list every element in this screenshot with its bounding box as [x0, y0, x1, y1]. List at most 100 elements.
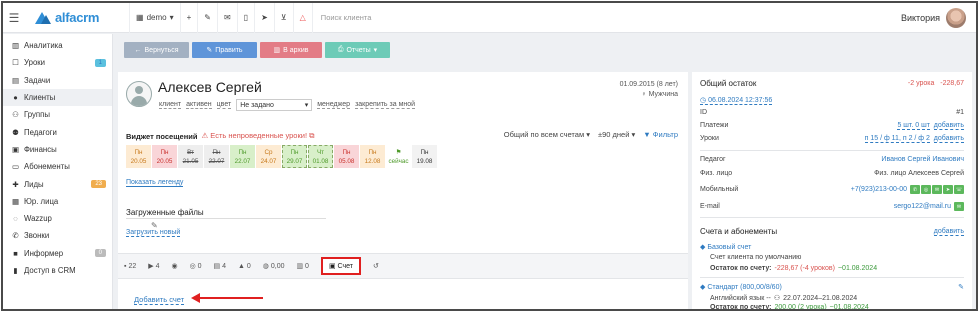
std-account-desc: Английский язык -- — [710, 294, 771, 302]
tab-payments[interactable]: ◍ 0,00 — [263, 262, 285, 270]
add-payment-link[interactable]: добавить — [933, 122, 964, 130]
telegram-icon[interactable]: ➤ — [254, 3, 274, 33]
mobile-value[interactable]: +7(923)213-00-00 — [851, 186, 907, 193]
tab-whatsapp[interactable]: ◉ — [171, 262, 177, 270]
account-icon: ▣ — [328, 263, 338, 270]
sidebar-item-wazzup[interactable]: ◌ Wazzup — [3, 210, 112, 227]
add-account-link[interactable]: Добавить счет — [134, 295, 185, 305]
attendance-day[interactable]: Пн 05.08 — [334, 145, 359, 168]
tab-sms[interactable]: ◎ 0 — [190, 262, 202, 270]
scope-select[interactable]: Общий по всем счетам ▾ — [504, 130, 590, 139]
manager-label[interactable]: менеджер — [317, 101, 351, 109]
branch-selector[interactable]: ▦ demo ▾ — [129, 3, 180, 33]
plus-icon[interactable]: + — [179, 3, 198, 33]
sidebar-item-subscriptions[interactable]: ▭ Абонементы — [3, 158, 112, 175]
filter-button[interactable]: ▼ Фильтр — [643, 130, 678, 139]
upload-link[interactable]: Загрузить новый — [126, 229, 181, 237]
payments-value[interactable]: 5 шт. 0 шт — [897, 122, 930, 130]
attendance-day[interactable]: ⚑ сейчас — [386, 145, 411, 168]
base-account-rest-row: Остаток по счету: -228,67 (-4 уроков) ~0… — [700, 265, 964, 272]
tools-icon[interactable]: ✎ — [197, 3, 217, 33]
sidebar-item-leads[interactable]: ✚ Лиды 23 — [3, 175, 112, 192]
pencil-icon[interactable]: ✎ — [958, 283, 964, 291]
sidebar-item-label: Юр. лица — [24, 196, 59, 206]
sidebar-item-analytics[interactable]: ▥ Аналитика — [3, 37, 112, 54]
tab-comments[interactable]: ▪ 22 — [124, 263, 136, 270]
tab-tasks[interactable]: ▶ 4 — [148, 262, 159, 270]
attendance-day[interactable]: Пн 22.07 — [230, 145, 255, 168]
attendance-day[interactable]: Пн 19.08 — [412, 145, 437, 168]
phone-actions: ✆ ◎ ✉ ➤ ☏ — [910, 185, 964, 194]
user-name: Виктория — [900, 12, 940, 23]
attendance-day[interactable]: Чт 01.08 — [308, 145, 333, 168]
sidebar-item-label: Аналитика — [24, 41, 63, 51]
std-account-link[interactable]: ◆ Стандарт (800,00/8/60) — [700, 283, 782, 291]
sidebar-item-lessons[interactable]: ☐ Уроки 1 — [3, 54, 112, 71]
tab-person[interactable]: ▲ 0 — [238, 263, 251, 270]
base-account-link[interactable]: ◆ Базовый счет — [700, 243, 751, 251]
attendance-day[interactable]: Пн 22.07 — [204, 145, 229, 168]
sidebar-item-legal[interactable]: ▦ Юр. лица — [3, 193, 112, 210]
telegram-icon[interactable]: ➤ — [943, 185, 953, 194]
add-lesson-link[interactable]: добавить — [933, 135, 964, 143]
client-status[interactable]: активен — [186, 101, 212, 109]
whatsapp-icon[interactable]: ◎ — [921, 185, 931, 194]
sidebar-item-access[interactable]: ▮ Доступ в CRM — [3, 262, 112, 279]
tab-account[interactable]: ▣ Счет — [320, 257, 362, 275]
tab-history[interactable]: ↺ — [373, 262, 379, 270]
menu-icon[interactable]: ☰ — [3, 3, 25, 33]
sms-icon[interactable]: ✉ — [932, 185, 942, 194]
mail-icon[interactable]: ✉ — [216, 3, 237, 33]
sidebar-item-groups[interactable]: ⚇ Группы — [3, 106, 112, 123]
tab-label: 0 — [246, 262, 251, 270]
brand-logo[interactable]: alfacrm — [35, 10, 129, 25]
warning-text[interactable]: ⚠ Есть непроведенные уроки! ⧉ — [201, 131, 314, 141]
back-button[interactable]: ← Вернуться — [124, 42, 189, 58]
sidebar-item-finance[interactable]: ▣ Финансы — [3, 141, 112, 158]
tab-label: 0 — [305, 263, 309, 270]
bell-icon[interactable]: △ — [292, 3, 312, 33]
search-input[interactable]: Поиск клиента — [311, 3, 901, 33]
warning-label: Есть непроведенные уроки! — [210, 131, 308, 140]
attendance-day[interactable]: Пн 12.08 — [360, 145, 385, 168]
viber-icon[interactable]: ☏ — [954, 185, 964, 194]
users-icon: ⚇ — [12, 110, 19, 120]
attendance-day[interactable]: Пн 29.07 — [282, 145, 307, 168]
attendance-day[interactable]: Пн 20.05 — [126, 145, 151, 168]
sidebar-item-clients[interactable]: ● Клиенты — [3, 88, 112, 107]
annotation-arrow — [191, 293, 263, 303]
lessons-value[interactable]: п 15 / ф 11, п 2 / ф 2 — [864, 135, 930, 143]
client-color[interactable]: цвет — [216, 101, 232, 109]
files-title: Загруженные файлы — [126, 208, 204, 217]
teacher-value[interactable]: Иванов Сергей Иванович — [881, 156, 964, 163]
attendance-day[interactable]: Вт 21.05 — [178, 145, 203, 168]
attendance-day[interactable]: Ср 24.07 — [256, 145, 281, 168]
mobile-icon[interactable]: ▯ — [236, 3, 254, 33]
period-select[interactable]: ±90 дней ▾ — [598, 130, 635, 139]
people-icon: ⚇ — [773, 295, 781, 302]
reports-button[interactable]: ⎙ Отчеты ▾ — [325, 42, 390, 58]
archive-button[interactable]: ▥ В архив — [260, 42, 322, 58]
sidebar-item-label: Группы — [24, 110, 50, 120]
tab-bar[interactable]: ▥ 0 — [296, 262, 308, 270]
sidebar-item-calls[interactable]: ✆ Звонки — [3, 227, 112, 244]
manager-select[interactable]: Не задано ▾ — [236, 99, 313, 111]
sidebar-item-label: Wazzup — [24, 214, 52, 224]
edit-button[interactable]: ✎ Править — [192, 42, 257, 58]
sidebar-item-teachers[interactable]: ⚉ Педагоги — [3, 123, 112, 140]
balance-date-link[interactable]: ◷ 06.08.2024 12:37:56 — [700, 96, 773, 105]
user-menu[interactable]: Виктория — [900, 7, 976, 28]
assign-to-me-link[interactable]: закрепить за мной — [355, 101, 416, 109]
add-account-button[interactable]: добавить — [933, 228, 964, 236]
show-legend-link[interactable]: Показать легенду — [126, 179, 184, 187]
call-icon[interactable]: ✆ — [910, 185, 920, 194]
sidebar-item-informer[interactable]: ■ Информер 0 — [3, 245, 112, 262]
tab-docs[interactable]: ▤ 4 — [214, 262, 226, 270]
mail-icon[interactable]: ✉ — [954, 202, 964, 211]
sidebar-item-tasks[interactable]: ▤ Задачи — [3, 72, 112, 89]
client-type[interactable]: клиент — [159, 101, 182, 109]
attendance-day[interactable]: Пн 20.05 — [152, 145, 177, 168]
sidebar-item-label: Педагоги — [24, 127, 57, 137]
email-value[interactable]: sergo122@mail.ru — [894, 203, 951, 210]
cart-icon[interactable]: ⊻ — [273, 3, 293, 33]
